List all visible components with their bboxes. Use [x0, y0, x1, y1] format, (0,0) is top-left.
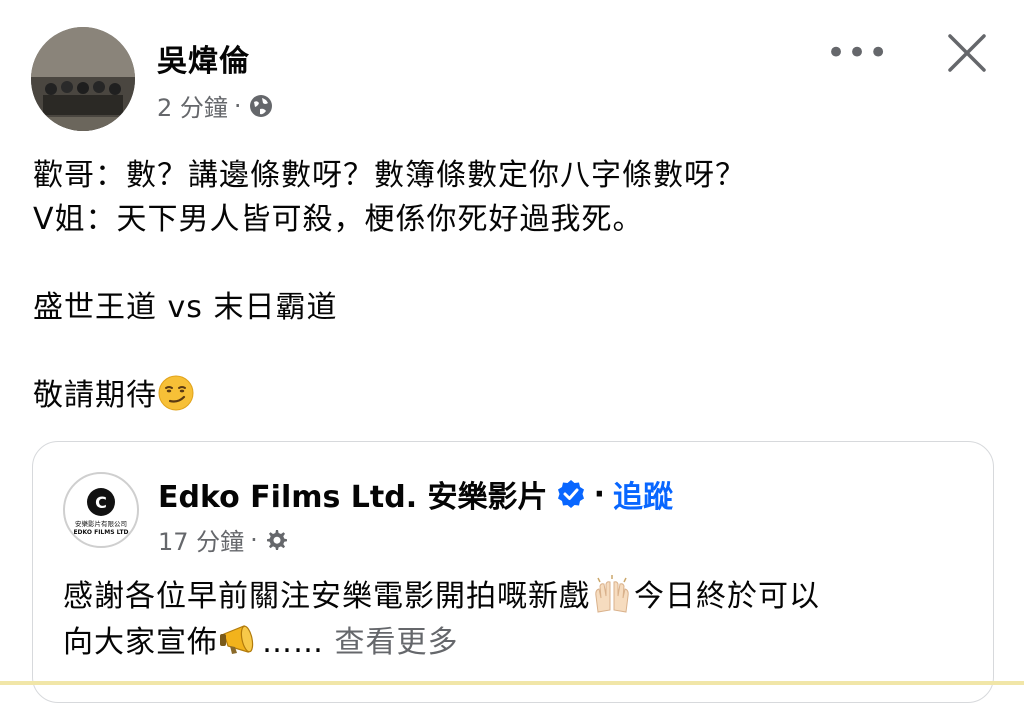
logo-text-chinese: 安樂影片有限公司 [75, 519, 127, 528]
shared-post-card[interactable]: C 安樂影片有限公司 EDKO FILMS LTD Edko Films Ltd… [32, 441, 994, 703]
shared-line-2-text: 向大家宣佈 [63, 625, 218, 660]
logo-letter: C [95, 493, 107, 512]
shared-post-meta: 17 分鐘 · [158, 522, 288, 557]
shared-line-2: 向大家宣佈 …… 查看更多 [63, 620, 820, 666]
shared-line-1: 感謝各位早前關注安樂電影開拍嘅新戲 今日終於可以 [63, 574, 820, 620]
page-logo[interactable]: C 安樂影片有限公司 EDKO FILMS LTD [63, 472, 139, 548]
gear-icon [266, 529, 287, 550]
shared-line-1-text: 感謝各位早前關注安樂電影開拍嘅新戲 [63, 579, 590, 614]
shared-post-time[interactable]: 17 分鐘 [158, 522, 244, 557]
follow-button[interactable]: 追蹤 [613, 472, 673, 516]
smirking-face-emoji [158, 375, 194, 411]
bottom-edge [0, 681, 1024, 685]
shared-line-1-after: 今日終於可以 [634, 579, 820, 614]
author-name[interactable]: 吳煒倫 [157, 36, 250, 80]
page-name[interactable]: Edko Films Ltd. 安樂影片 [158, 472, 548, 516]
shared-post-body: 感謝各位早前關注安樂電影開拍嘅新戲 今日終於可以 向大家宣佈 …… 查看更多 [63, 574, 820, 666]
page-header: Edko Films Ltd. 安樂影片 · 追蹤 [158, 472, 673, 516]
megaphone-emoji [220, 625, 254, 654]
post-line-2: V姐：天下男人皆可殺，梗係你死好過我死。 [33, 202, 644, 237]
meta-separator: · [233, 91, 242, 120]
ellipsis: …… [262, 625, 324, 660]
header-separator: · [593, 476, 605, 512]
see-more-link[interactable]: 查看更多 [335, 625, 459, 660]
more-options-icon[interactable]: ••• [826, 35, 888, 71]
post-line-1: 歡哥：數？講邊條數呀？數簿條數定你八字條數呀？ [33, 158, 746, 193]
post-body: 歡哥：數？講邊條數呀？數簿條數定你八字條數呀？ V姐：天下男人皆可殺，梗係你死好… [33, 154, 746, 418]
author-avatar[interactable] [31, 27, 135, 131]
shared-meta-separator: · [250, 525, 258, 554]
raising-hands-emoji [595, 575, 629, 613]
globe-icon [249, 94, 272, 117]
post-time[interactable]: 2 分鐘 [157, 88, 228, 123]
verified-badge-icon [557, 480, 584, 508]
post-line-4: 敬請期待 [33, 374, 746, 418]
post-line-4-text: 敬請期待 [33, 378, 157, 413]
logo-text-english: EDKO FILMS LTD [73, 529, 128, 536]
close-icon[interactable] [944, 30, 990, 76]
post-meta: 2 分鐘 · [157, 88, 274, 123]
post-line-3: 盛世王道 vs 末日霸道 [33, 290, 338, 325]
